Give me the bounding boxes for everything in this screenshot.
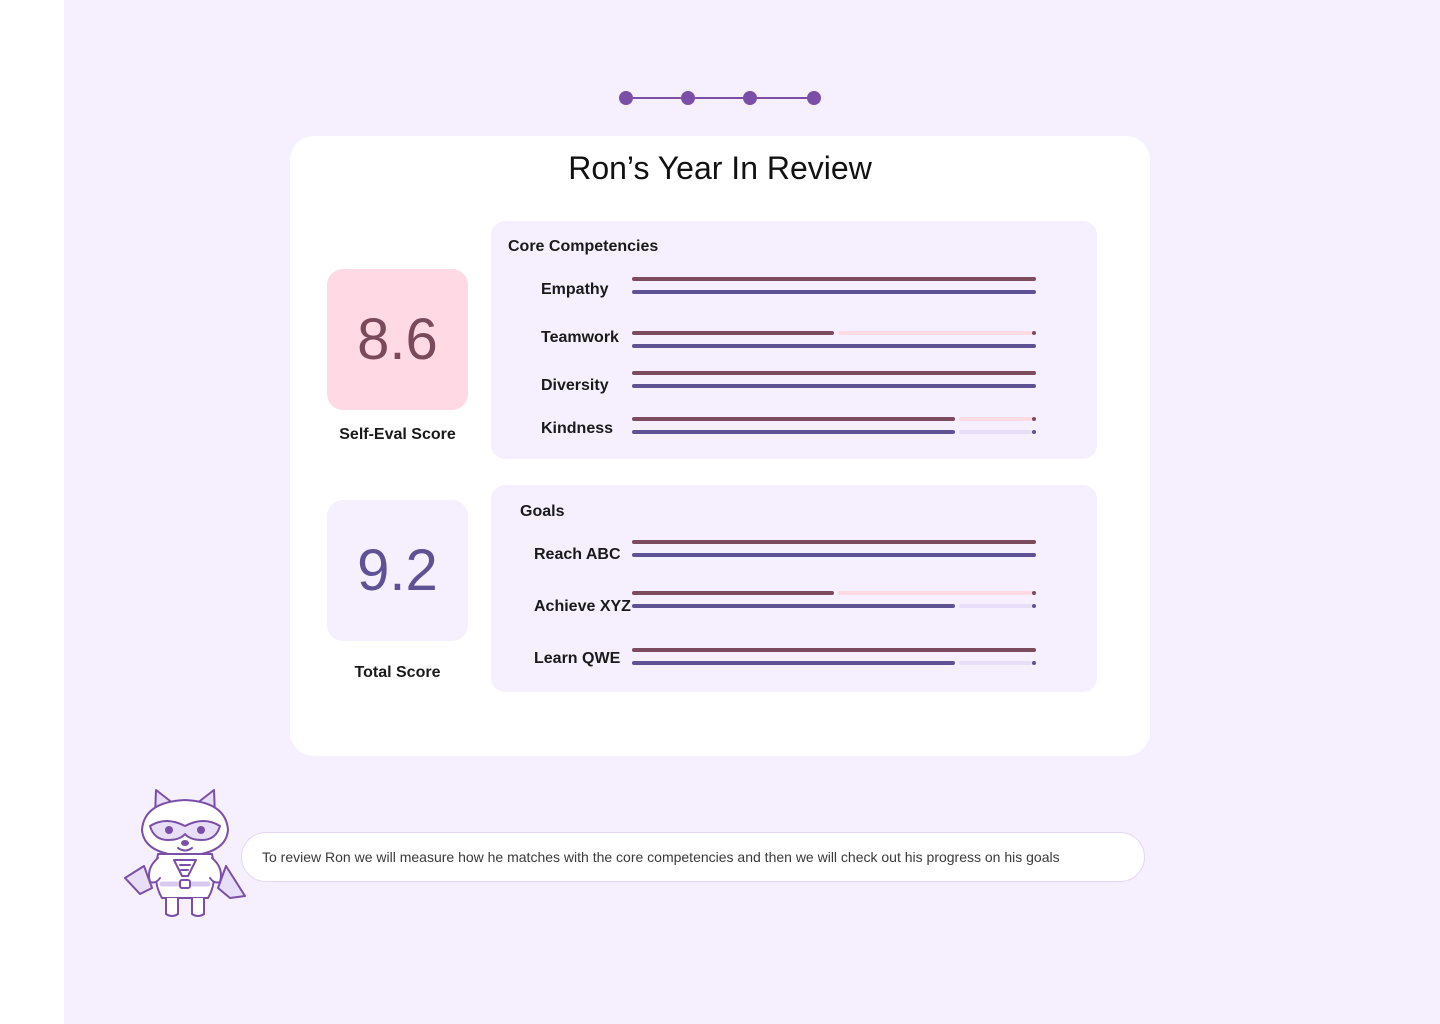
stepper-connector [695, 97, 743, 99]
goal-label: Reach ABC [534, 546, 621, 563]
self-eval-score-label: Self-Eval Score [339, 426, 456, 443]
bar-end-marker [1032, 604, 1036, 608]
competency-total-bar [632, 344, 1036, 348]
bar-fill [632, 344, 1036, 348]
page-title: Ron’s Year In Review [568, 150, 872, 186]
competency-total-bar [632, 384, 1036, 388]
total-score-box: 9.2 [327, 500, 468, 641]
competency-label: Diversity [541, 377, 609, 394]
bar-fill [632, 661, 955, 665]
goal-self-bar [632, 591, 1036, 595]
bar-fill [632, 331, 834, 335]
mascot-message-bubble: To review Ron we will measure how he mat… [241, 832, 1145, 882]
raccoon-superhero-mascot-icon [124, 789, 246, 917]
bar-end-marker [1032, 417, 1036, 421]
progress-stepper [619, 90, 821, 106]
stepper-connector [757, 97, 807, 99]
competency-total-bar [632, 290, 1036, 294]
goal-self-bar [632, 540, 1036, 544]
self-eval-score-box: 8.6 [327, 269, 468, 410]
bar-remainder [959, 430, 1032, 434]
bar-remainder [959, 417, 1032, 421]
bar-fill [632, 417, 955, 421]
bar-remainder [959, 661, 1032, 665]
competency-self-bar [632, 371, 1036, 375]
competency-self-bar [632, 331, 1036, 335]
bar-fill [632, 648, 1036, 652]
bar-end-marker [1032, 331, 1036, 335]
bar-fill [632, 290, 1036, 294]
core-competencies-heading: Core Competencies [508, 238, 659, 255]
total-score-label: Total Score [354, 664, 441, 681]
bar-fill [632, 553, 1036, 557]
bar-fill [632, 430, 955, 434]
bar-remainder [838, 591, 1032, 595]
stepper-dot-3[interactable] [743, 91, 757, 105]
stepper-dot-2[interactable] [681, 91, 695, 105]
goal-total-bar [632, 661, 1036, 665]
goal-self-bar [632, 648, 1036, 652]
bar-fill [632, 604, 955, 608]
goal-total-bar [632, 553, 1036, 557]
bar-fill [632, 591, 834, 595]
competency-self-bar [632, 277, 1036, 281]
stepper-dot-1[interactable] [619, 91, 633, 105]
bar-end-marker [1032, 430, 1036, 434]
competency-label: Empathy [541, 281, 609, 298]
bar-remainder [838, 331, 1032, 335]
mascot-message-text: To review Ron we will measure how he mat… [262, 849, 1060, 865]
stepper-connector [633, 97, 681, 99]
goal-label: Learn QWE [534, 650, 621, 667]
bar-fill [632, 277, 1036, 281]
stepper-dot-4[interactable] [807, 91, 821, 105]
competency-self-bar [632, 417, 1036, 421]
competency-label: Teamwork [541, 329, 619, 346]
bar-fill [632, 540, 1036, 544]
goal-total-bar [632, 604, 1036, 608]
bar-remainder [959, 604, 1032, 608]
competency-label: Kindness [541, 420, 614, 437]
bar-end-marker [1032, 591, 1036, 595]
bar-fill [632, 371, 1036, 375]
goal-label: Achieve XYZ [534, 598, 631, 615]
competency-total-bar [632, 430, 1036, 434]
goals-heading: Goals [520, 503, 565, 520]
bar-fill [632, 384, 1036, 388]
bar-end-marker [1032, 661, 1036, 665]
